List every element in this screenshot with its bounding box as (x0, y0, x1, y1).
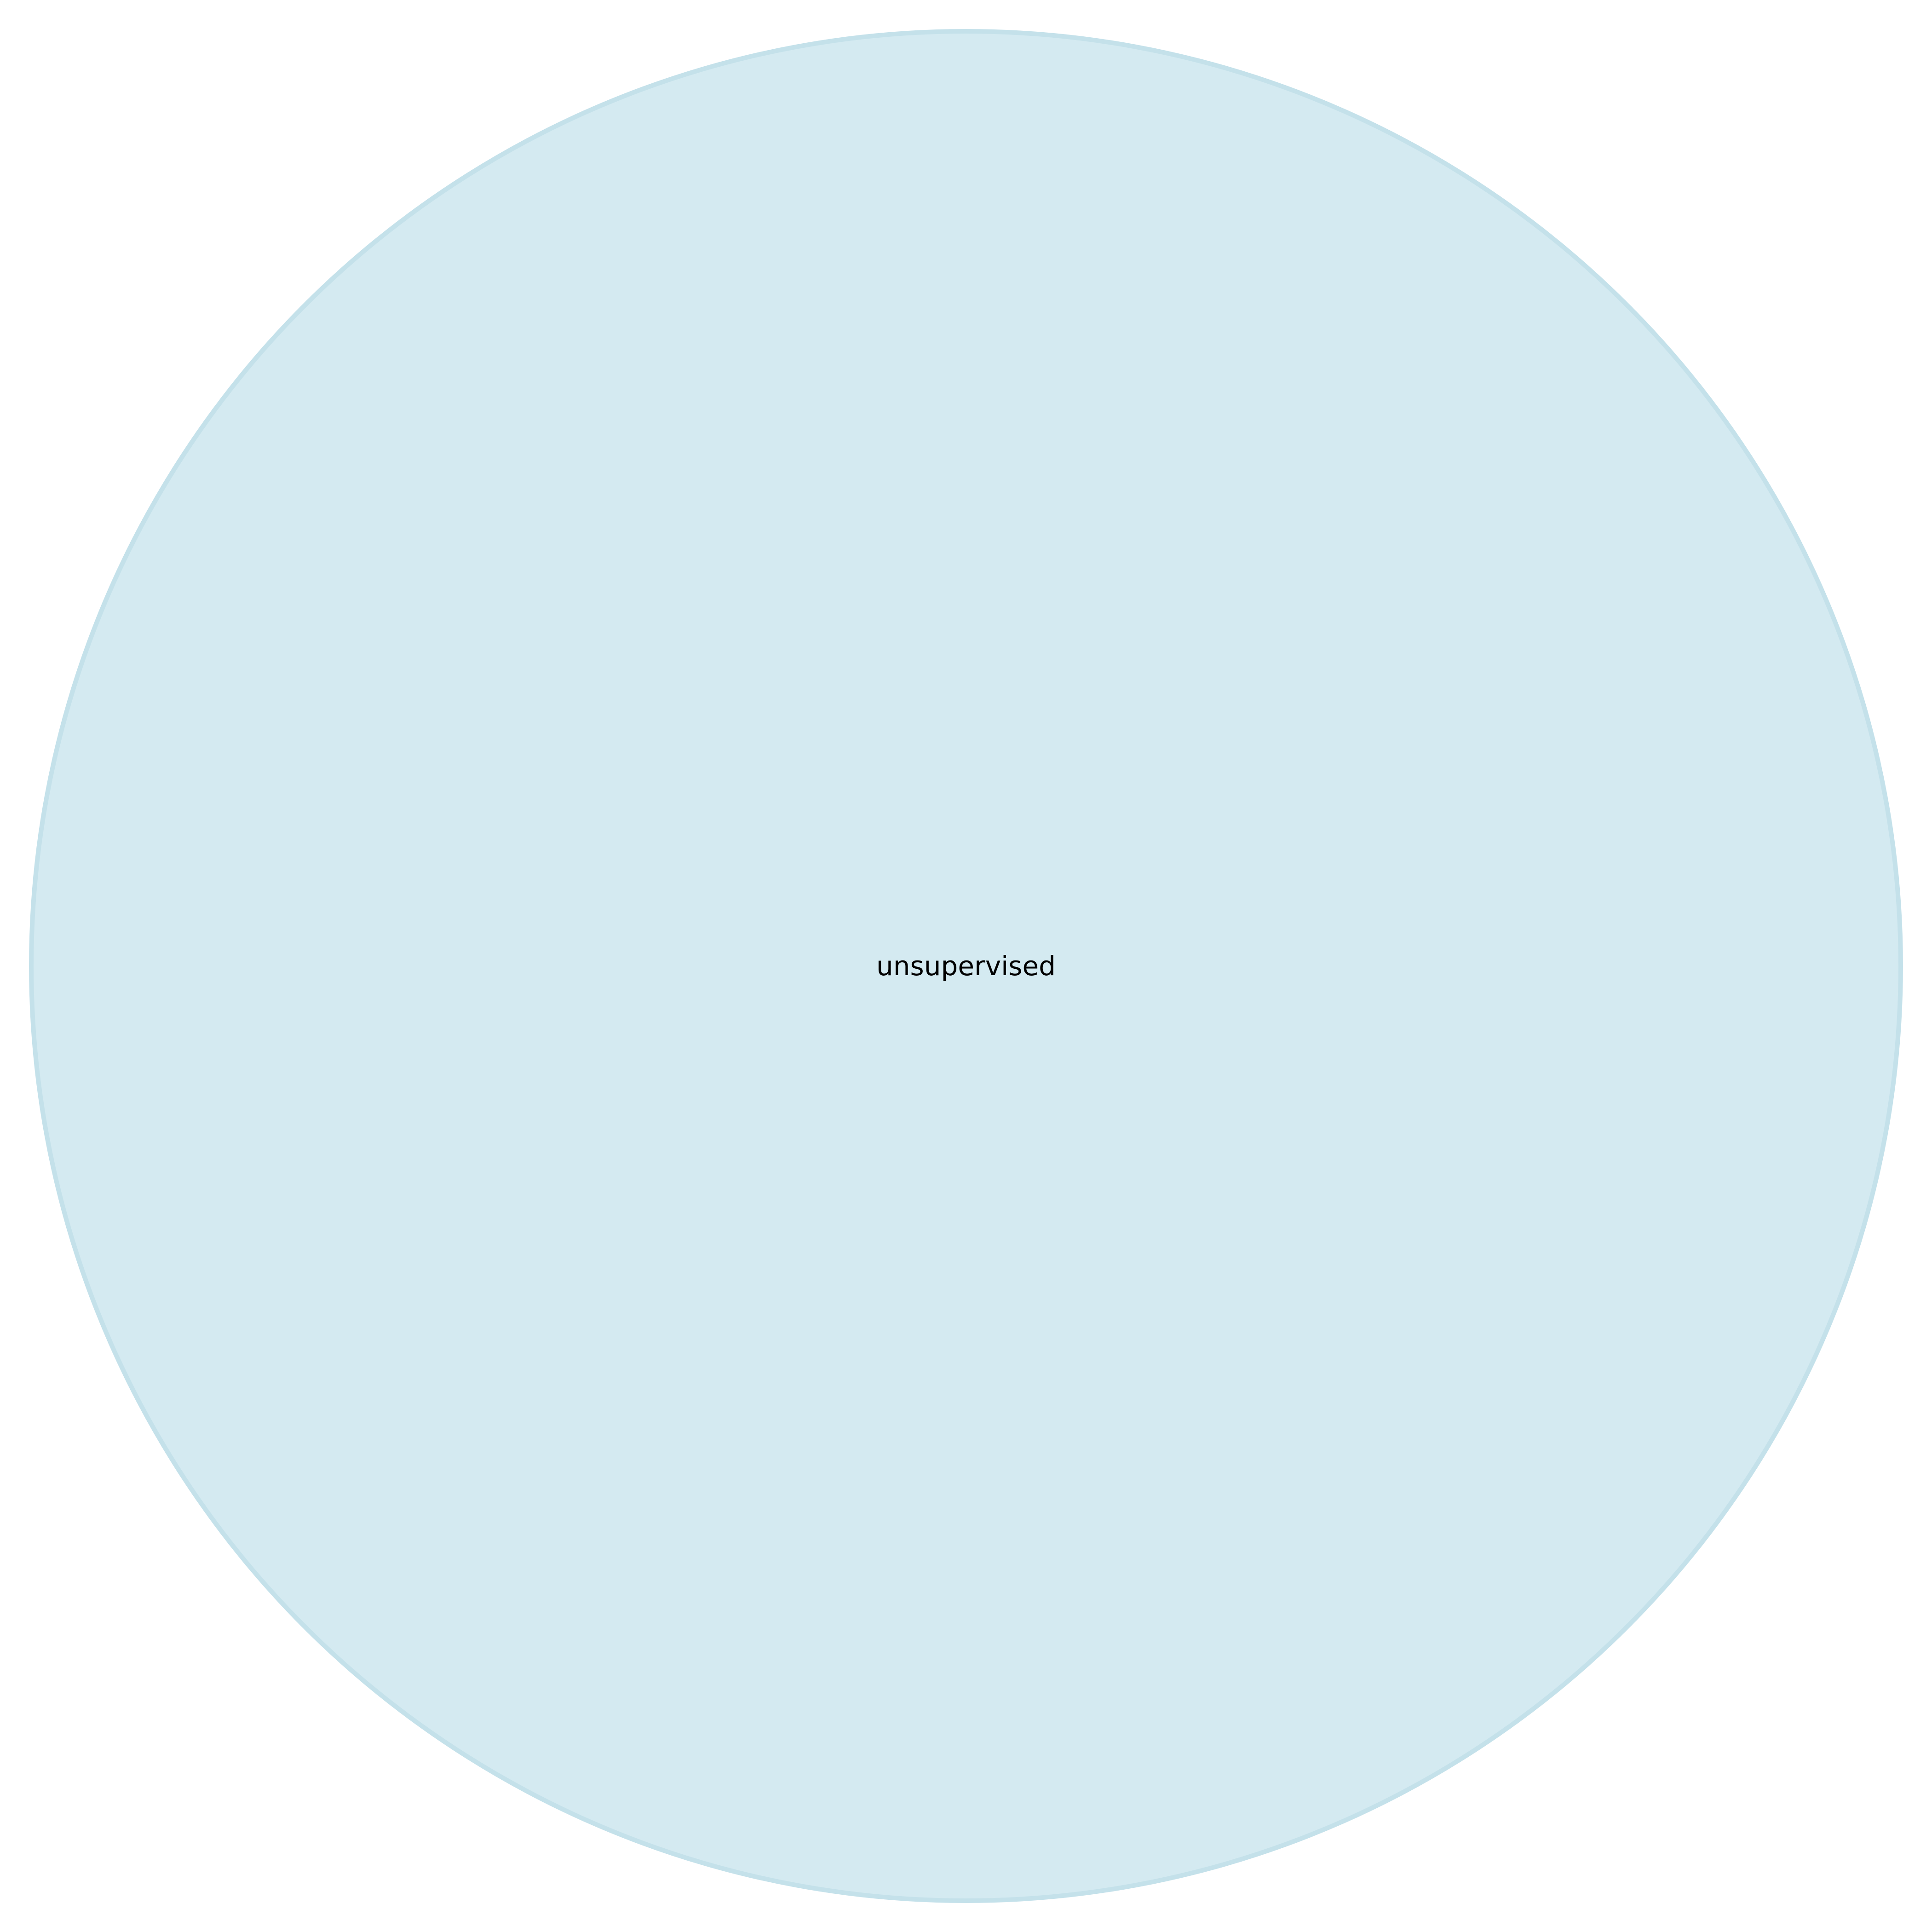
circle-label-unsupervised: unsupervised (876, 950, 1056, 982)
diagram-canvas: unsupervised (0, 0, 1932, 1932)
circle-node-unsupervised: unsupervised (29, 29, 1903, 1903)
